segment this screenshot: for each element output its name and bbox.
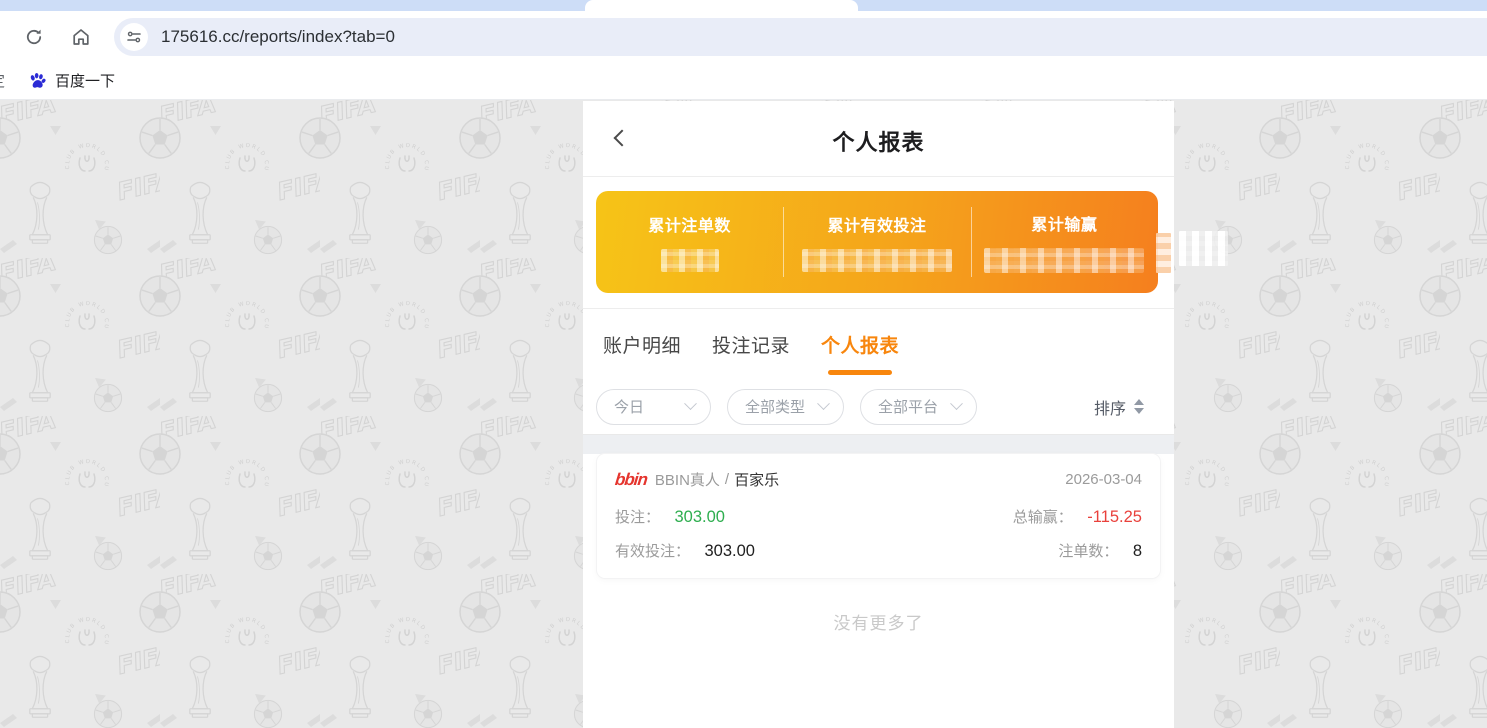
valid-bet-value: 303.00 [704, 542, 754, 560]
bookmark-baidu[interactable]: 百度一下 [28, 70, 115, 91]
stats-summary-card: 累计注单数 累计有效投注 累计输赢 [596, 191, 1158, 293]
report-list: bbin BBIN真人 / 百家乐 2026-03-04 投注： 303.00 … [583, 454, 1174, 634]
reload-button[interactable] [17, 20, 51, 54]
sort-label: 排序 [1094, 395, 1126, 419]
stat-total-bets: 累计注单数 [596, 191, 783, 293]
bet-label: 投注： [615, 509, 660, 526]
clipped-bookmark-label: 定 [0, 70, 5, 91]
stat-total-valid-bets: 累计有效投注 [783, 191, 970, 293]
filter-label: 全部平台 [878, 396, 938, 417]
stats-section: 累计注单数 累计有效投注 累计输赢 [583, 177, 1174, 309]
count-value: 8 [1133, 542, 1142, 560]
tab-label: 个人报表 [821, 336, 899, 357]
filter-label: 今日 [614, 396, 644, 417]
filter-pill-type[interactable]: 全部类型 [727, 389, 844, 425]
home-button[interactable] [64, 20, 98, 54]
tune-icon [126, 29, 142, 45]
bet-group: 投注： 303.00 [615, 506, 725, 527]
report-panel: 个人报表 累计注单数 累计有效投注 累计输赢 账户明细 投注记录 [583, 101, 1174, 728]
valid-bet-group: 有效投注： 303.00 [615, 540, 755, 561]
record-date: 2026-03-04 [1065, 471, 1142, 488]
screen: 175616.cc/reports/index?tab=0 定 百度一下 [0, 0, 1487, 728]
redacted-value-mosaic [984, 248, 1144, 273]
browser-toolbar: 175616.cc/reports/index?tab=0 [0, 11, 1487, 62]
redacted-value-mosaic [661, 249, 719, 272]
tabs-row: 账户明细 投注记录 个人报表 [583, 309, 1174, 379]
bookmark-label: 百度一下 [55, 70, 115, 91]
browser-chrome: 175616.cc/reports/index?tab=0 定 百度一下 [0, 0, 1487, 100]
chevron-down-icon [817, 397, 830, 410]
redaction-patch [1179, 231, 1228, 266]
browser-tab-strip[interactable] [0, 0, 1487, 11]
tab-bet-records[interactable]: 投注记录 [712, 331, 790, 358]
record-header-row: bbin BBIN真人 / 百家乐 2026-03-04 [615, 469, 1142, 490]
sort-arrows-icon [1134, 399, 1144, 414]
record-bottom-row: 有效投注： 303.00 注单数： 8 [615, 540, 1142, 561]
filter-pill-date[interactable]: 今日 [596, 389, 711, 425]
record-title: bbin BBIN真人 / 百家乐 [615, 469, 779, 490]
url-text[interactable]: 175616.cc/reports/index?tab=0 [161, 27, 395, 47]
no-more-text: 没有更多了 [597, 609, 1160, 634]
stat-label: 累计输赢 [1031, 211, 1097, 235]
redacted-value-mosaic [802, 249, 952, 272]
bet-value: 303.00 [674, 508, 724, 526]
panel-header: 个人报表 [583, 101, 1174, 177]
title-separator: / [725, 471, 729, 488]
game-name: 百家乐 [734, 469, 779, 490]
chevron-down-icon [684, 397, 697, 410]
sort-control[interactable]: 排序 [1094, 395, 1144, 419]
valid-bet-label: 有效投注： [615, 543, 690, 560]
site-info-button[interactable] [120, 23, 148, 51]
provider-name: BBIN真人 [655, 469, 720, 490]
page-title: 个人报表 [583, 125, 1174, 157]
count-label: 注单数： [1058, 543, 1118, 560]
stat-total-winloss: 累计输赢 [971, 191, 1158, 293]
record-card[interactable]: bbin BBIN真人 / 百家乐 2026-03-04 投注： 303.00 … [597, 454, 1160, 578]
tab-personal-report[interactable]: 个人报表 [821, 331, 899, 358]
tab-account-details[interactable]: 账户明细 [603, 331, 681, 358]
filter-pill-platform[interactable]: 全部平台 [860, 389, 977, 425]
winloss-label: 总输赢： [1013, 509, 1073, 526]
stat-label: 累计注单数 [648, 212, 731, 236]
stat-label: 累计有效投注 [827, 212, 926, 236]
active-tab-underline [828, 370, 892, 375]
filters-row: 今日 全部类型 全部平台 排序 [583, 379, 1174, 435]
filter-label: 全部类型 [745, 396, 805, 417]
clipped-bookmark[interactable]: 定 [0, 70, 10, 91]
winloss-value: -115.25 [1087, 508, 1142, 526]
record-middle-row: 投注： 303.00 总输赢： -115.25 [615, 506, 1142, 527]
home-icon [71, 27, 91, 47]
url-bar[interactable]: 175616.cc/reports/index?tab=0 [114, 18, 1487, 56]
chevron-down-icon [950, 397, 963, 410]
baidu-paw-icon [28, 71, 47, 90]
winloss-group: 总输赢： -115.25 [1013, 506, 1142, 527]
separator-band [583, 435, 1174, 454]
active-browser-tab[interactable] [585, 0, 858, 11]
bookmarks-bar: 定 百度一下 [0, 62, 1487, 100]
count-group: 注单数： 8 [1058, 540, 1142, 561]
redaction-patch [1156, 233, 1171, 273]
bbin-logo: bbin [614, 470, 648, 490]
reload-icon [24, 27, 44, 47]
